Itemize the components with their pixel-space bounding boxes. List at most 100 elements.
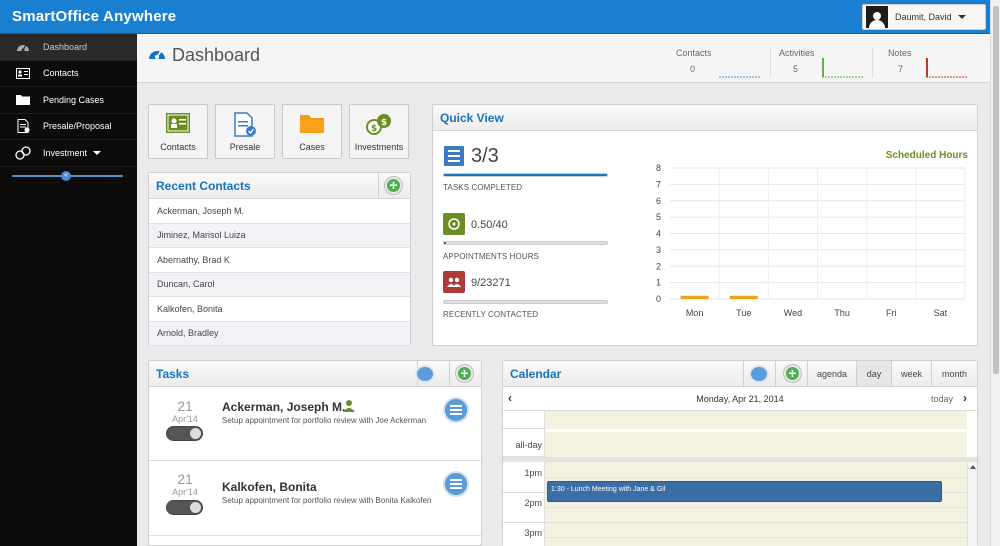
progress-fill	[444, 242, 447, 244]
recent-contact-row[interactable]: Arnold, Bradley	[149, 321, 410, 346]
sidebar-item-investment[interactable]: Investment	[0, 140, 137, 167]
sidebar-item-dashboard[interactable]: Dashboard	[0, 34, 137, 61]
svg-text:$: $	[381, 118, 387, 128]
tile-contacts[interactable]: Contacts	[148, 104, 208, 159]
calendar-icon[interactable]	[751, 367, 767, 381]
tile-cases[interactable]: Cases	[282, 104, 342, 159]
stat-value: 5	[793, 64, 799, 74]
tasks-completed-value: 3/3	[471, 145, 499, 167]
recently-contacted-label: RECENTLY CONTACTED	[443, 310, 539, 319]
stat-activities[interactable]: Activities 5	[779, 48, 864, 78]
task-complete-toggle[interactable]	[166, 500, 203, 515]
appointment-hours-label: APPOINTMENTS HOURS	[443, 252, 540, 261]
task-contact-name[interactable]: Kalkofen, Bonita	[222, 480, 317, 494]
contact-card-icon	[149, 112, 207, 134]
page-title: Dashboard	[172, 45, 261, 65]
y-tick-label: 0	[656, 294, 661, 304]
scrollbar-thumb[interactable]	[993, 6, 999, 374]
calendar-event[interactable]: 1:30 - Lunch Meeting with Jane & Gil	[547, 481, 942, 502]
y-tick-label: 4	[656, 229, 661, 239]
tile-investments[interactable]: $ $ Investments	[349, 104, 409, 159]
hour-label: 3pm	[524, 528, 542, 538]
task-contact-name[interactable]: Ackerman, Joseph M.	[222, 400, 345, 414]
recent-contact-row[interactable]: Duncan, Carol	[149, 272, 410, 297]
next-day-button[interactable]: ›	[963, 391, 967, 405]
page-scrollbar[interactable]	[990, 0, 1000, 546]
sidebar-item-pending-cases[interactable]: Pending Cases	[0, 87, 137, 114]
recent-contact-row[interactable]: Abernathy, Brad K	[149, 248, 410, 273]
top-bar: SmartOffice Anywhere Daumit, David	[0, 0, 990, 34]
sidebar-item-contacts[interactable]: Contacts	[0, 61, 137, 87]
sidebar-item-label: Investment	[43, 147, 88, 158]
presale-document-icon	[216, 112, 274, 138]
panel-title: Quick View	[440, 110, 504, 125]
today-button[interactable]: today	[931, 394, 953, 404]
task-item[interactable]: 21 Apr'14 Ackerman, Joseph M. Setup appo…	[149, 387, 481, 461]
task-month: Apr'14	[172, 487, 198, 497]
stat-label: Activities	[779, 48, 815, 58]
sidebar-item-presale-proposal[interactable]: Presale/Proposal	[0, 114, 137, 140]
calendar-scrollbar[interactable]	[967, 462, 977, 546]
view-day-button[interactable]: day	[856, 361, 891, 386]
task-description: Setup appointment for portfolio review w…	[222, 416, 427, 425]
sidebar-item-label: Pending Cases	[43, 94, 105, 105]
sparkline	[719, 76, 761, 78]
calendar-date-label: Monday, Apr 21, 2014	[696, 394, 784, 404]
task-day: 21	[177, 398, 193, 414]
add-task-button[interactable]: +	[456, 365, 473, 382]
task-list-icon[interactable]	[443, 397, 469, 423]
stat-label: Notes	[888, 48, 912, 58]
view-month-button[interactable]: month	[931, 361, 977, 386]
timeslots[interactable]	[545, 462, 967, 546]
y-tick-label: 3	[656, 245, 661, 255]
task-day: 21	[177, 471, 193, 487]
x-tick-label: Fri	[886, 308, 897, 318]
task-item[interactable]: 21 Apr'14 Kalkofen, Bonita Setup appoint…	[149, 462, 481, 536]
sidebar-collapse-button[interactable]: «	[61, 171, 71, 181]
task-list-icon[interactable]	[443, 471, 469, 497]
bar-tue[interactable]	[729, 295, 758, 299]
calendar-icon[interactable]	[417, 367, 433, 381]
x-tick-label: Thu	[834, 308, 850, 318]
tile-label: Presale	[229, 142, 261, 152]
x-tick-label: Tue	[736, 308, 751, 318]
view-agenda-button[interactable]: agenda	[807, 361, 856, 386]
add-contact-button[interactable]: +	[385, 177, 402, 194]
bar-mon[interactable]	[680, 295, 709, 299]
sidebar: Dashboard Contacts Pending Cases Presale…	[0, 34, 137, 546]
tasks-completed-label: TASKS COMPLETED	[443, 183, 523, 192]
dashboard-icon	[148, 46, 166, 64]
recent-contact-row[interactable]: Kalkofen, Bonita	[149, 297, 410, 322]
task-complete-toggle[interactable]	[166, 426, 203, 441]
tile-presale[interactable]: Presale	[215, 104, 275, 159]
app-title: SmartOffice Anywhere	[12, 8, 177, 25]
recent-contact-row[interactable]: Jiminez, Marisol Luiza	[149, 223, 410, 248]
hour-label: 2pm	[524, 498, 542, 508]
stat-label: Contacts	[676, 48, 712, 58]
recent-contacts-panel: Recent Contacts + Ackerman, Joseph M. Jim…	[148, 172, 411, 346]
view-week-button[interactable]: week	[891, 361, 931, 386]
tile-label: Cases	[299, 142, 325, 152]
user-menu-button[interactable]: Daumit, David	[862, 4, 986, 30]
x-tick-label: Sat	[934, 308, 948, 318]
sidebar-item-label: Dashboard	[43, 41, 88, 52]
sidebar-item-label: Presale/Proposal	[43, 121, 112, 132]
page-header: Dashboard Contacts 0 Activities 5 Notes …	[137, 34, 990, 83]
recent-progress-bar	[443, 300, 608, 304]
panel-header: Recent Contacts +	[149, 173, 410, 199]
allday-row[interactable]	[545, 432, 967, 457]
appointment-progress-bar	[443, 241, 608, 245]
stat-notes[interactable]: Notes 7	[888, 48, 968, 78]
stat-contacts[interactable]: Contacts 0	[676, 48, 761, 78]
recent-contact-row[interactable]: Ackerman, Joseph M.	[149, 199, 410, 224]
folder-icon	[15, 93, 31, 107]
dashboard-icon	[15, 40, 31, 54]
panel-title: Recent Contacts	[156, 178, 251, 193]
folder-icon	[283, 112, 341, 134]
money-bags-icon: $ $	[350, 112, 408, 136]
recently-contacted-value: 9/23271	[471, 277, 511, 289]
people-icon	[443, 271, 465, 293]
sparkline	[926, 58, 968, 78]
add-event-button[interactable]: +	[784, 365, 801, 382]
contacts-icon	[15, 66, 31, 80]
